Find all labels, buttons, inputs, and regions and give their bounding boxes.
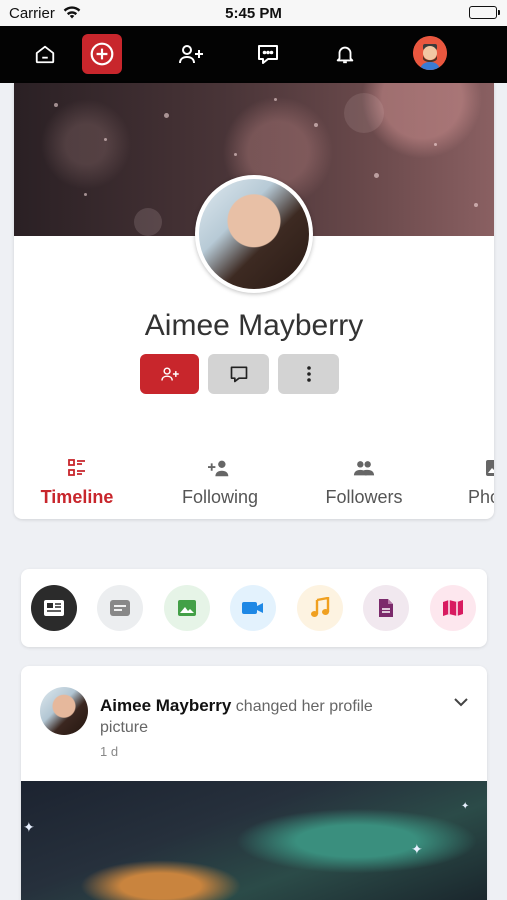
tab-label: Timeline: [40, 487, 114, 507]
add-post-icon: [90, 42, 114, 66]
message-button[interactable]: [208, 354, 269, 394]
add-friend-icon: [160, 367, 179, 381]
post-header: Aimee Mayberry changed her profile pictu…: [100, 695, 420, 738]
profile-card: Aimee Mayberry Timeline Following Follow…: [14, 83, 494, 519]
post-type-bar: [21, 569, 487, 647]
bell-icon: [336, 46, 354, 64]
add-friend-icon: [179, 45, 203, 64]
timeline-icon: [68, 459, 85, 476]
home-icon: [35, 45, 55, 64]
article-icon: [44, 600, 64, 616]
clock: 5:45 PM: [225, 5, 282, 22]
messages-button[interactable]: [247, 33, 289, 75]
music-icon: [311, 597, 330, 617]
notifications-button[interactable]: [324, 33, 366, 75]
post-type-text[interactable]: [97, 585, 143, 631]
photos-icon: [486, 460, 494, 476]
user-avatar[interactable]: [413, 36, 447, 70]
more-icon: [306, 366, 311, 382]
add-friend-button[interactable]: [140, 354, 199, 394]
message-icon: [230, 366, 247, 383]
avatar-icon: [413, 36, 447, 70]
status-bar: Carrier 5:45 PM: [0, 0, 507, 26]
tab-followers[interactable]: Followers: [312, 457, 416, 519]
text-icon: [110, 600, 130, 616]
file-icon: [379, 599, 393, 617]
feed-post: Aimee Mayberry changed her profile pictu…: [21, 666, 487, 900]
post-type-image[interactable]: [164, 585, 210, 631]
tab-label: Following: [181, 487, 259, 507]
add-post-button[interactable]: [82, 34, 122, 74]
post-options-button[interactable]: [453, 694, 469, 712]
following-icon: [208, 460, 229, 477]
add-friend-button[interactable]: [170, 33, 212, 75]
post-image[interactable]: ✦ ✦ ✦: [21, 781, 487, 900]
more-options-button[interactable]: [278, 354, 339, 394]
profile-avatar[interactable]: [195, 175, 313, 293]
top-navbar: [0, 26, 507, 83]
post-type-file[interactable]: [363, 585, 409, 631]
post-timestamp: 1 d: [100, 744, 119, 759]
messages-icon: [258, 45, 278, 64]
tab-timeline[interactable]: Timeline: [30, 457, 124, 519]
battery-icon: [469, 6, 500, 19]
tab-label: Pho: [468, 487, 494, 507]
tab-photos[interactable]: Pho: [468, 457, 494, 519]
post-author-avatar[interactable]: [40, 687, 88, 735]
chevron-down-icon: [454, 698, 468, 707]
post-author-name[interactable]: Aimee Mayberry: [100, 696, 231, 715]
profile-name: Aimee Mayberry: [144, 309, 364, 342]
image-icon: [178, 600, 196, 616]
followers-icon: [353, 461, 375, 476]
home-button[interactable]: [24, 33, 66, 75]
post-type-music[interactable]: [297, 585, 343, 631]
tab-following[interactable]: Following: [168, 457, 272, 519]
post-type-article[interactable]: [31, 585, 77, 631]
tab-label: Followers: [325, 487, 403, 507]
map-icon: [443, 600, 463, 616]
post-type-map[interactable]: [430, 585, 476, 631]
post-type-video[interactable]: [230, 585, 276, 631]
video-icon: [242, 602, 263, 614]
